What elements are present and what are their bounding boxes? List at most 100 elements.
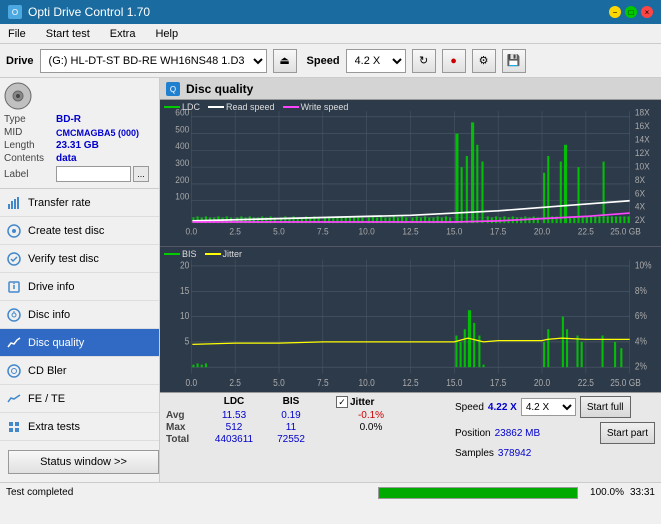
status-text: Test completed [6,487,372,498]
mid-label: MID [4,127,56,138]
menu-help[interactable]: Help [151,26,182,42]
menu-start-test[interactable]: Start test [42,26,94,42]
start-full-button[interactable]: Start full [580,396,631,418]
svg-text:5: 5 [185,335,190,346]
content-area: Q Disc quality LDC Read speed [160,78,661,482]
svg-text:Q: Q [170,85,176,94]
charts-area: LDC Read speed Write speed [160,100,661,392]
svg-text:400: 400 [175,141,189,151]
svg-text:17.5: 17.5 [490,377,506,388]
max-label: Max [166,422,202,433]
nav-fe-te[interactable]: FE / TE [0,385,159,413]
svg-text:20.0: 20.0 [534,226,550,236]
speed-stat-select[interactable]: 4.2 X [521,398,576,416]
svg-text:2X: 2X [635,215,645,225]
label-input[interactable] [56,166,131,182]
nav-extra-tests[interactable]: Extra tests [0,413,159,441]
svg-text:300: 300 [175,158,189,168]
title-bar: O Opti Drive Control 1.70 − □ × [0,0,661,24]
nav-disc-info[interactable]: Disc info [0,301,159,329]
disc-quality-header: Q Disc quality [160,78,661,100]
bottom-chart-svg: 20 15 10 5 10% 8% 6% 4% 2% 0.0 2.5 5.0 7… [160,247,661,393]
cd-bler-label: CD Bler [28,365,153,377]
start-part-button[interactable]: Start part [600,422,655,444]
length-value: 23.31 GB [56,140,99,151]
ldc-legend: LDC [164,102,200,112]
drive-select[interactable]: (G:) HL-DT-ST BD-RE WH16NS48 1.D3 [40,49,267,73]
svg-text:200: 200 [175,175,189,185]
type-value: BD-R [56,114,81,125]
svg-text:25.0 GB: 25.0 GB [610,226,641,236]
samples-label: Samples [455,448,494,459]
label-browse-button[interactable]: ... [133,166,149,182]
total-bis: 72552 [266,434,316,445]
disc-quality-label: Disc quality [28,337,153,349]
status-window-button[interactable]: Status window >> [8,450,159,474]
menu-extra[interactable]: Extra [106,26,140,42]
position-label: Position [455,428,491,439]
samples-value: 378942 [498,448,531,459]
svg-text:2.5: 2.5 [229,226,241,236]
svg-text:17.5: 17.5 [490,226,506,236]
mid-value: CMCMAGBA5 (000) [56,128,139,138]
progress-percentage: 100.0% [584,487,624,498]
save-button[interactable]: 💾 [502,49,526,73]
maximize-button[interactable]: □ [625,6,637,18]
svg-text:15.0: 15.0 [446,226,462,236]
fe-te-icon [6,391,22,407]
menu-bar: File Start test Extra Help [0,24,661,44]
nav-create-test-disc[interactable]: Create test disc [0,217,159,245]
dq-header-icon: Q [166,82,180,96]
svg-text:25.0 GB: 25.0 GB [610,377,641,388]
type-label: Type [4,114,56,125]
svg-text:4%: 4% [635,335,647,346]
elapsed-time: 33:31 [630,487,655,498]
create-test-disc-label: Create test disc [28,225,153,237]
app-title: Opti Drive Control 1.70 [28,5,150,19]
settings-button[interactable]: ⚙ [472,49,496,73]
nav-verify-test-disc[interactable]: Verify test disc [0,245,159,273]
total-ldc: 4403611 [204,434,264,445]
nav-items: Transfer rate Create test disc Verify te… [0,189,159,442]
svg-text:0.0: 0.0 [186,226,198,236]
nav-transfer-rate[interactable]: Transfer rate [0,189,159,217]
disc-info-icon [6,307,22,323]
avg-jitter: -0.1% [336,410,406,421]
svg-text:2%: 2% [635,360,647,371]
drive-info-label: Drive info [28,281,153,293]
extra-tests-label: Extra tests [28,421,153,433]
ldc-header: LDC [204,396,264,408]
svg-text:10X: 10X [635,161,650,171]
refresh-button[interactable]: ↻ [412,49,436,73]
disc-quality-icon [6,335,22,351]
svg-text:10.0: 10.0 [359,377,375,388]
contents-label: Contents [4,153,56,164]
nav-cd-bler[interactable]: CD Bler [0,357,159,385]
speed-select[interactable]: 4.2 X [346,49,406,73]
speed-label: Speed [307,55,340,67]
transfer-rate-label: Transfer rate [28,197,153,209]
svg-text:10: 10 [180,310,189,321]
eject-button[interactable]: ⏏ [273,49,297,73]
nav-disc-quality[interactable]: Disc quality [0,329,159,357]
avg-bis: 0.19 [266,410,316,421]
svg-text:10%: 10% [635,259,652,270]
svg-text:6%: 6% [635,310,647,321]
drive-info-icon [6,279,22,295]
write-speed-legend: Write speed [283,102,349,112]
svg-text:22.5: 22.5 [578,377,594,388]
svg-text:6X: 6X [635,188,645,198]
svg-text:4X: 4X [635,201,645,211]
burn-button[interactable]: ● [442,49,466,73]
nav-drive-info[interactable]: Drive info [0,273,159,301]
jitter-header: Jitter [350,397,374,408]
minimize-button[interactable]: − [609,6,621,18]
position-value: 23862 MB [495,428,541,439]
stats-spacer [318,396,334,408]
fe-te-label: FE / TE [28,393,153,405]
close-button[interactable]: × [641,6,653,18]
jitter-checkbox[interactable]: ✓ [336,396,348,408]
max-ldc: 512 [204,422,264,433]
max-bis: 11 [266,422,316,433]
menu-file[interactable]: File [4,26,30,42]
